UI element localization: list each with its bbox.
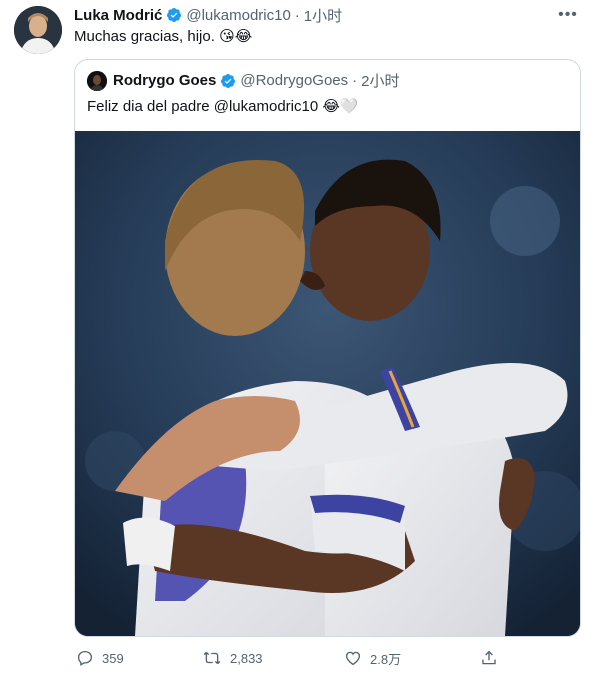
tweet-time[interactable]: 1小时 [304,5,342,26]
quoted-tweet-emojis: 😂🤍 [322,98,359,115]
quoted-author-avatar [87,70,107,91]
like-button[interactable]: 2.8万 [344,646,401,670]
share-button[interactable] [480,646,506,670]
like-icon [345,651,361,666]
tweet-header: Luka Modrić @lukamodric10 · 1小时 [74,5,342,25]
quoted-tweet-time: 2小时 [361,73,400,90]
author-handle[interactable]: @lukamodric10 [186,7,290,24]
quoted-author-name: Rodrygo Goes [113,72,217,89]
quoted-author-handle: @RodrygoGoes [240,72,349,89]
tweet: Luka Modrić @lukamodric10 · 1小时 ••• Much… [0,0,597,676]
tweet-actions: 359 2,833 2.8万 [74,646,579,670]
dot-separator: · [352,72,358,89]
retweet-icon [203,651,221,665]
retweet-count: 2,833 [230,650,263,666]
tweet-photo[interactable] [75,131,580,636]
quoted-tweet[interactable]: Rodrygo Goes @RodrygoGoes · 2小时 Feliz di… [74,59,581,637]
tweet-text: Muchas gracias, hijo. 😘😂 [74,27,252,45]
tweet-emojis: 😘😂 [219,28,253,45]
like-count: 2.8万 [370,651,402,667]
dot-separator: · [294,6,300,24]
author-name[interactable]: Luka Modrić [74,7,162,24]
author-avatar[interactable] [14,6,62,54]
tweet-text-body: Muchas gracias, hijo. [74,28,215,45]
verified-badge-icon [221,73,236,88]
verified-badge-icon [167,8,182,22]
photo-hug-illustration [75,131,580,636]
reply-button[interactable]: 359 [76,646,124,670]
reply-icon [77,650,93,666]
quoted-tweet-text: Feliz dia del padre @lukamodric10 😂🤍 [87,97,359,115]
reply-count: 359 [102,650,124,666]
quoted-tweet-text-body: Feliz dia del padre @lukamodric10 [87,98,319,115]
retweet-button[interactable]: 2,833 [202,646,263,670]
more-icon[interactable]: ••• [557,6,579,24]
quoted-tweet-header: Rodrygo Goes @RodrygoGoes · 2小时 [87,70,399,91]
share-icon [482,650,496,665]
